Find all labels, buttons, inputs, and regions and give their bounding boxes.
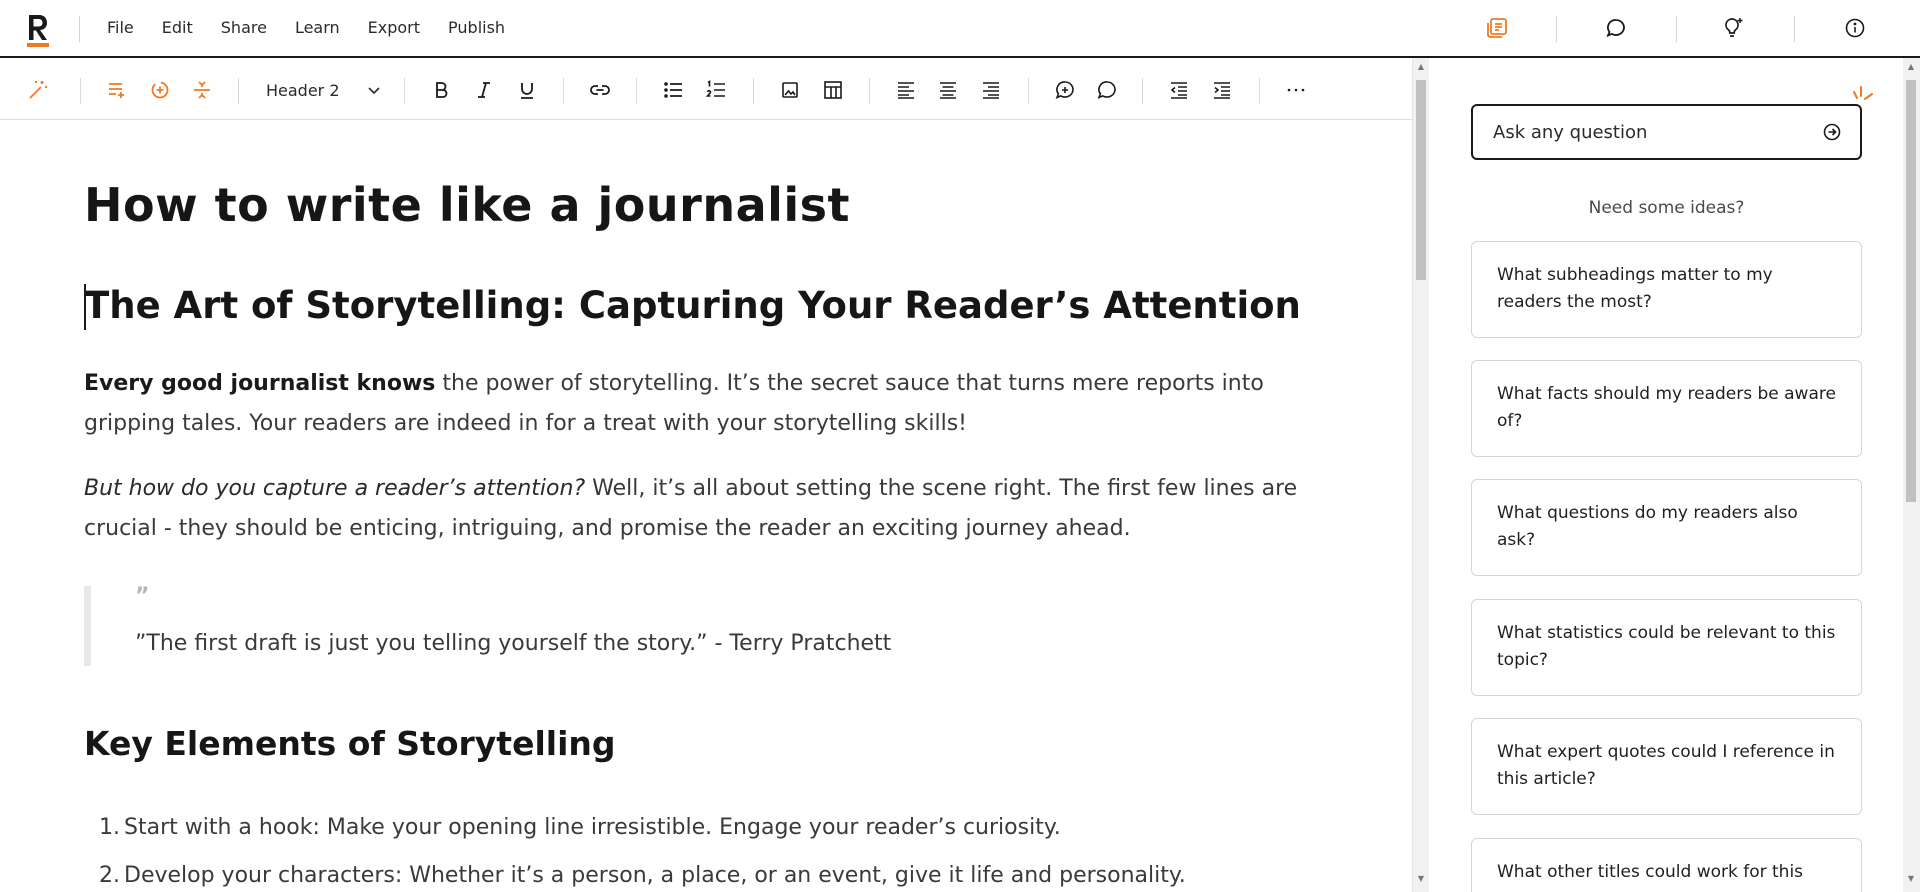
divider <box>1028 78 1029 104</box>
list-number: 1. <box>99 815 120 840</box>
divider <box>1142 78 1143 104</box>
menu-export[interactable]: Export <box>354 0 434 56</box>
blockquote[interactable]: ” ”The first draft is just you telling y… <box>84 586 1284 666</box>
list-number: 2. <box>99 863 120 888</box>
lightbulb-icon[interactable] <box>1722 16 1746 40</box>
ask-question-input[interactable]: Ask any question <box>1471 104 1862 160</box>
chevron-down-icon <box>368 87 380 95</box>
italic-text: But how do you capture a reader’s attent… <box>84 476 586 501</box>
ask-question-placeholder: Ask any question <box>1493 121 1648 143</box>
divider <box>80 78 81 104</box>
list-item[interactable]: 2. Develop your characters: Whether it’s … <box>84 852 1186 892</box>
page-break-icon[interactable] <box>189 77 215 103</box>
quote-text: ”The first draft is just you telling you… <box>135 631 892 656</box>
divider <box>869 78 870 104</box>
magic-wand-icon[interactable] <box>25 77 51 103</box>
align-left-icon[interactable] <box>893 77 919 103</box>
suggestion-card[interactable]: What statistics could be relevant to thi… <box>1471 599 1862 696</box>
main-menu: File Edit Share Learn Export Publish <box>93 0 519 56</box>
menu-share[interactable]: Share <box>207 0 281 56</box>
quote-icon: ” <box>135 584 150 609</box>
list-item-text: Start with a hook: Make your opening lin… <box>124 815 1061 840</box>
suggestion-card[interactable]: What facts should my readers be aware of… <box>1471 360 1862 457</box>
scroll-down-arrow[interactable]: ▼ <box>1906 874 1916 883</box>
divider <box>636 78 637 104</box>
top-menu-bar: File Edit Share Learn Export Publish <box>0 0 1920 58</box>
menu-edit[interactable]: Edit <box>148 0 207 56</box>
more-icon[interactable] <box>1283 77 1309 103</box>
link-icon[interactable] <box>587 77 613 103</box>
list-item-text: Develop your characters: Whether it’s a … <box>124 863 1186 888</box>
scroll-up-arrow[interactable]: ▲ <box>1416 62 1426 71</box>
add-comment-icon[interactable] <box>1052 77 1078 103</box>
menu-learn[interactable]: Learn <box>281 0 354 56</box>
divider <box>1259 78 1260 104</box>
numbered-list[interactable]: 1. Start with a hook: Make your opening l… <box>84 804 1186 892</box>
divider <box>79 16 80 42</box>
divider <box>1794 16 1795 42</box>
numbered-list-icon[interactable] <box>703 77 729 103</box>
submit-arrow-icon[interactable] <box>1822 122 1842 142</box>
add-section-icon[interactable] <box>104 77 130 103</box>
divider <box>404 78 405 104</box>
bold-icon[interactable] <box>428 77 454 103</box>
menu-file[interactable]: File <box>93 0 148 56</box>
scroll-down-arrow[interactable]: ▼ <box>1416 874 1426 883</box>
suggestion-card[interactable]: What other titles could work for this <box>1471 838 1862 892</box>
italic-icon[interactable] <box>471 77 497 103</box>
text-style-value: Header 2 <box>266 80 340 100</box>
app-logo[interactable] <box>26 13 50 47</box>
text-caret <box>84 284 86 330</box>
document-panel-icon[interactable] <box>1485 16 1509 40</box>
suggestion-card[interactable]: What subheadings matter to my readers th… <box>1471 241 1862 338</box>
divider <box>753 78 754 104</box>
paragraph-1[interactable]: Every good journalist knows the power of… <box>84 364 1324 444</box>
outdent-icon[interactable] <box>1166 77 1192 103</box>
ai-rewrite-icon[interactable] <box>147 77 173 103</box>
divider <box>238 78 239 104</box>
list-item[interactable]: 1. Start with a hook: Make your opening l… <box>84 804 1186 852</box>
suggestion-card[interactable]: What expert quotes could I reference in … <box>1471 718 1862 815</box>
suggestion-card[interactable]: What questions do my readers also ask? <box>1471 479 1862 576</box>
align-center-icon[interactable] <box>935 77 961 103</box>
divider <box>1676 16 1677 42</box>
menu-publish[interactable]: Publish <box>434 0 519 56</box>
editor-scrollbar[interactable]: ▲ ▼ <box>1412 58 1429 892</box>
sparkle-icon <box>1853 86 1873 100</box>
indent-icon[interactable] <box>1209 77 1235 103</box>
info-icon[interactable] <box>1843 16 1867 40</box>
divider <box>563 78 564 104</box>
align-right-icon[interactable] <box>978 77 1004 103</box>
scroll-up-arrow[interactable]: ▲ <box>1906 62 1916 71</box>
paragraph-2[interactable]: But how do you capture a reader’s attent… <box>84 469 1324 549</box>
heading-2[interactable]: The Art of Storytelling: Capturing Your … <box>84 284 1301 327</box>
panel-scrollbar[interactable]: ▲ ▼ <box>1903 58 1920 892</box>
underline-icon[interactable] <box>514 77 540 103</box>
scrollbar-thumb[interactable] <box>1416 80 1426 280</box>
image-icon[interactable] <box>777 77 803 103</box>
ideas-label: Need some ideas? <box>1588 198 1745 218</box>
divider <box>1556 16 1557 42</box>
document-title[interactable]: How to write like a journalist <box>84 178 850 232</box>
bullet-list-icon[interactable] <box>660 77 686 103</box>
table-icon[interactable] <box>820 77 846 103</box>
scrollbar-thumb[interactable] <box>1906 80 1916 502</box>
chat-bubble-icon[interactable] <box>1604 16 1628 40</box>
comment-icon[interactable] <box>1094 77 1120 103</box>
bold-text: Every good journalist knows <box>84 371 436 396</box>
text-style-select[interactable]: Header 2 <box>266 76 382 104</box>
heading-3[interactable]: Key Elements of Storytelling <box>84 724 616 763</box>
